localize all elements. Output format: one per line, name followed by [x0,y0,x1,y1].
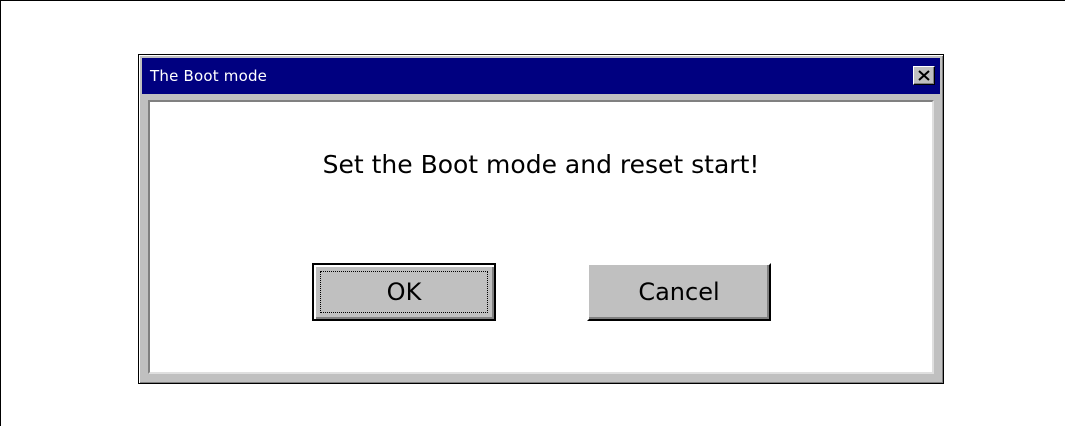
dialog-body: Set the Boot mode and reset start! OK Ca… [148,100,934,374]
ok-button[interactable]: OK [312,263,496,321]
close-x-icon [918,70,930,81]
ok-button-label: OK [386,278,422,306]
cancel-button[interactable]: Cancel [587,263,771,321]
cancel-button-label: Cancel [638,278,720,306]
dialog-title: The Boot mode [150,67,268,85]
dialog-message: Set the Boot mode and reset start! [322,150,760,179]
dialog-titlebar[interactable]: The Boot mode [142,58,940,94]
close-button[interactable] [913,66,935,85]
boot-mode-dialog: The Boot mode Set the Boot mode and rese… [138,54,944,384]
